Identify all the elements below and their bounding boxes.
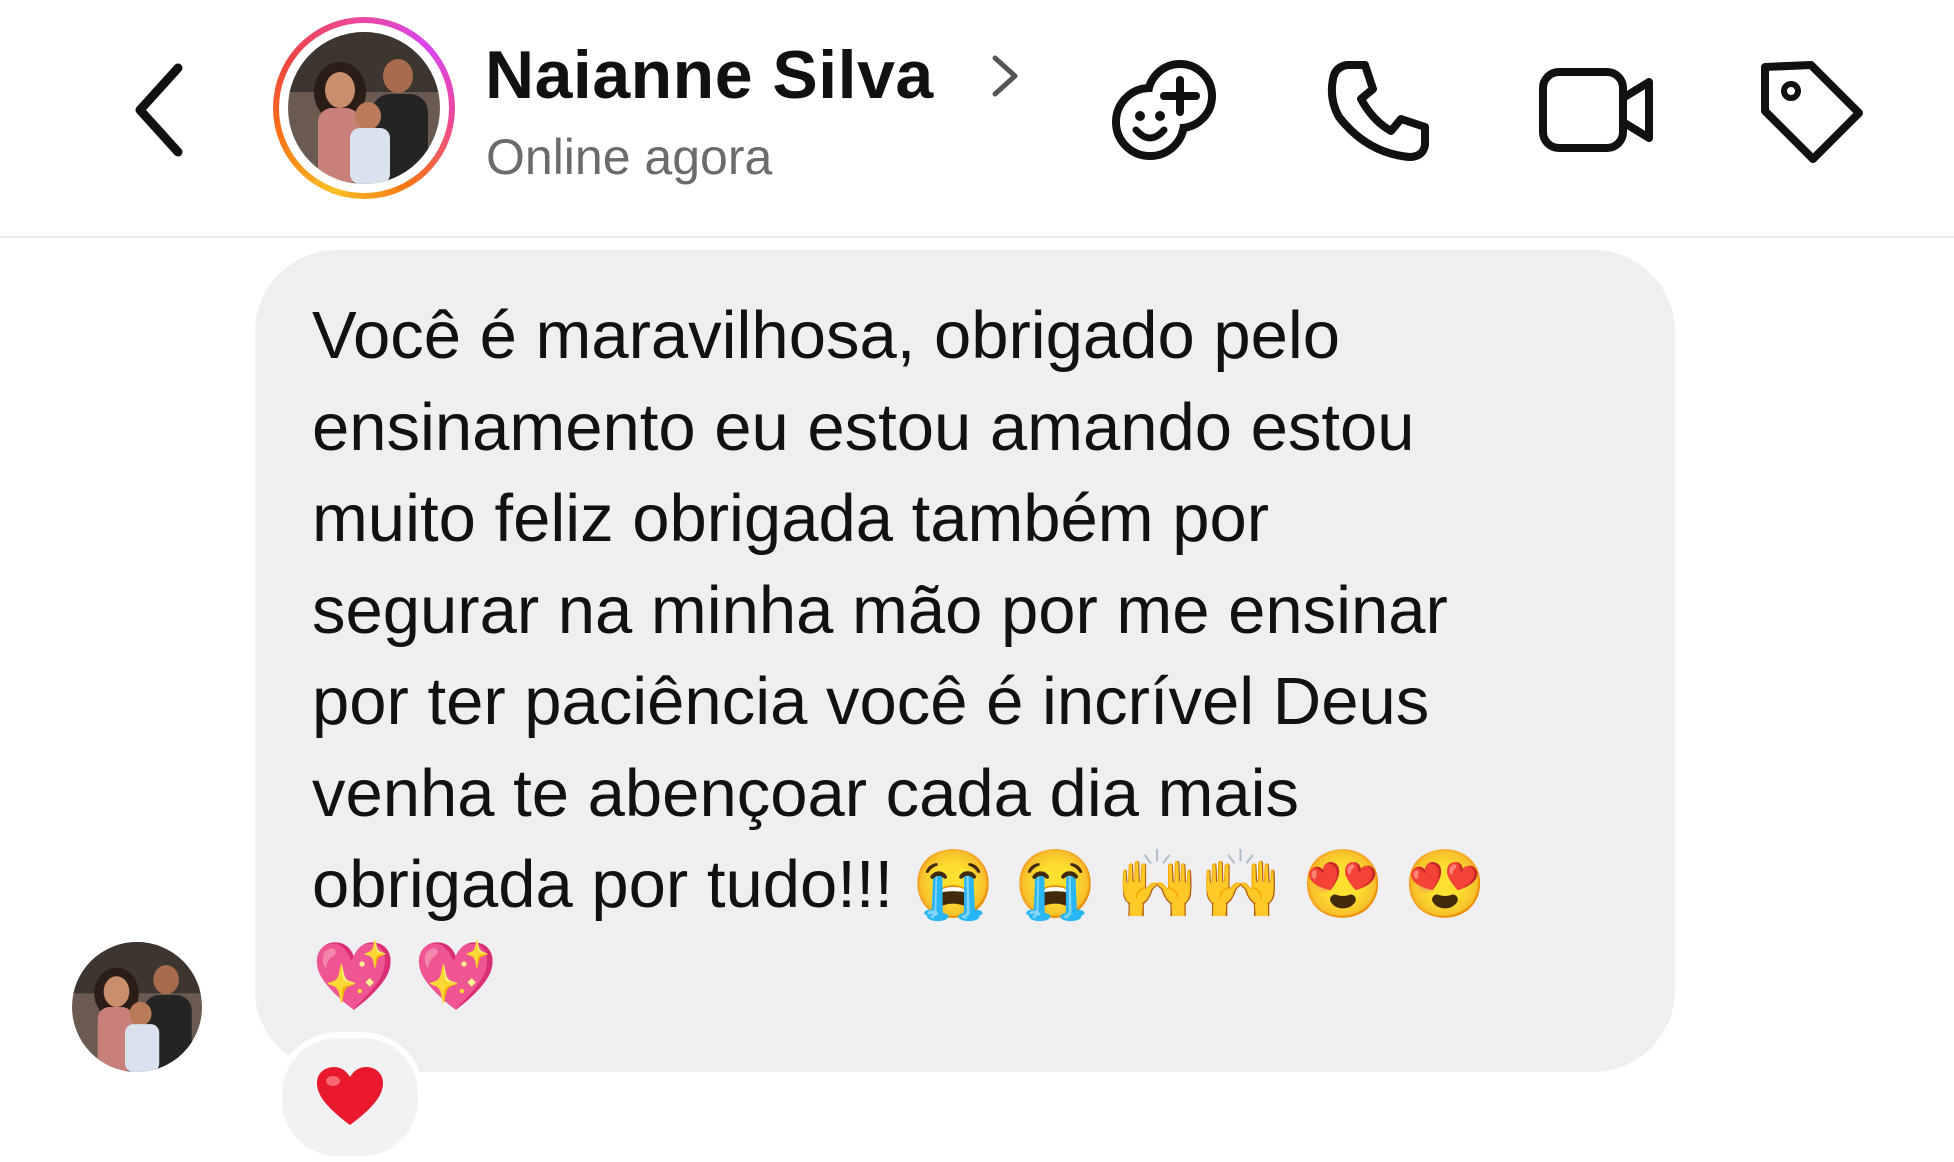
- chat-header: Naianne Silva Online agora: [0, 0, 1954, 238]
- add-people-button[interactable]: [1104, 50, 1224, 170]
- contact-name[interactable]: Naianne Silva: [485, 36, 934, 114]
- profile-chevron-icon[interactable]: [985, 48, 1025, 104]
- back-button[interactable]: [120, 55, 200, 165]
- tag-icon: [1761, 61, 1863, 163]
- tag-button[interactable]: [1750, 50, 1870, 170]
- contact-avatar[interactable]: [273, 17, 455, 199]
- message-text: Você é maravilhosa, obrigado pelo ensina…: [312, 298, 1487, 1014]
- video-call-button[interactable]: [1537, 50, 1657, 170]
- sender-avatar[interactable]: [72, 942, 202, 1072]
- reaction-badge[interactable]: [276, 1032, 424, 1162]
- contact-status: Online agora: [486, 129, 773, 185]
- back-chevron-icon: [135, 63, 183, 157]
- video-camera-icon: [1539, 68, 1653, 152]
- call-button[interactable]: [1320, 50, 1440, 170]
- add-people-icon: [1112, 60, 1216, 160]
- phone-icon: [1327, 61, 1429, 161]
- heart-reaction-icon: [317, 1067, 383, 1125]
- avatar-photo: [288, 32, 440, 184]
